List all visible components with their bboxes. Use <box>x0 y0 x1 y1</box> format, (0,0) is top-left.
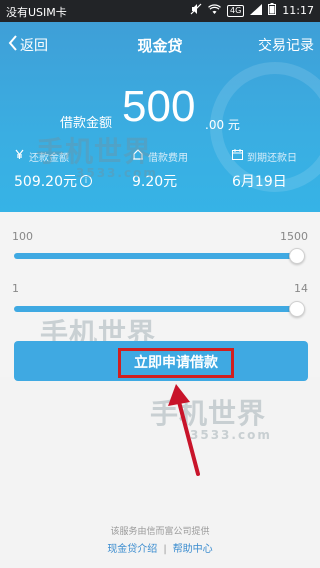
amount-min-label: 100 <box>12 230 33 243</box>
signal-icon <box>250 3 263 18</box>
mute-icon <box>190 3 202 18</box>
apply-loan-label: 立即申请借款 <box>118 348 234 378</box>
battery-icon <box>268 3 277 18</box>
loan-intro-link[interactable]: 现金贷介绍 <box>107 544 157 555</box>
watermark-sub: 3533.com <box>76 166 158 180</box>
wifi-icon <box>208 3 221 18</box>
watermark: 手机世界 3533.com <box>36 130 158 180</box>
annotation-arrow-icon <box>168 384 200 476</box>
due-date-value: 6月19日 <box>232 174 287 190</box>
days-slider-handle[interactable] <box>289 301 305 317</box>
footer-links: 现金贷介绍 | 帮助中心 <box>0 540 320 555</box>
transaction-records-link[interactable]: 交易记录 <box>258 35 314 55</box>
due-date: 到期还款日 6月19日 <box>232 148 297 191</box>
nav-bar: 返回 现金贷 交易记录 <box>0 22 320 68</box>
status-bar: 没有USIM卡 4G 11:17 <box>0 0 320 22</box>
calendar-icon <box>232 149 243 163</box>
service-provider-note: 该服务由信而富公司提供 <box>110 527 210 537</box>
loan-header: 返回 现金贷 交易记录 借款金额 500 .00 元 还款金额 509.20元 … <box>0 22 320 212</box>
help-center-link[interactable]: 帮助中心 <box>173 544 213 555</box>
due-date-label: 到期还款日 <box>247 152 297 164</box>
apply-loan-button[interactable]: 立即申请借款 <box>14 341 308 381</box>
loan-amount-value: 500 <box>122 82 196 131</box>
status-icons: 4G 11:17 <box>190 3 314 18</box>
watermark-text: 手机世界 <box>36 135 153 168</box>
clock: 11:17 <box>282 4 314 17</box>
yen-icon <box>14 149 25 163</box>
carrier-label: 没有USIM卡 <box>6 6 67 19</box>
network-icon: 4G <box>227 4 245 17</box>
amount-slider[interactable] <box>14 253 298 259</box>
amount-slider-handle[interactable] <box>289 248 305 264</box>
days-max-label: 14 <box>294 282 308 295</box>
footer-separator: | <box>163 544 167 555</box>
amount-max-label: 1500 <box>280 230 308 243</box>
days-min-label: 1 <box>12 282 19 295</box>
loan-amount-label: 借款金额 <box>60 116 113 131</box>
loan-amount-unit: .00 元 <box>205 118 240 132</box>
